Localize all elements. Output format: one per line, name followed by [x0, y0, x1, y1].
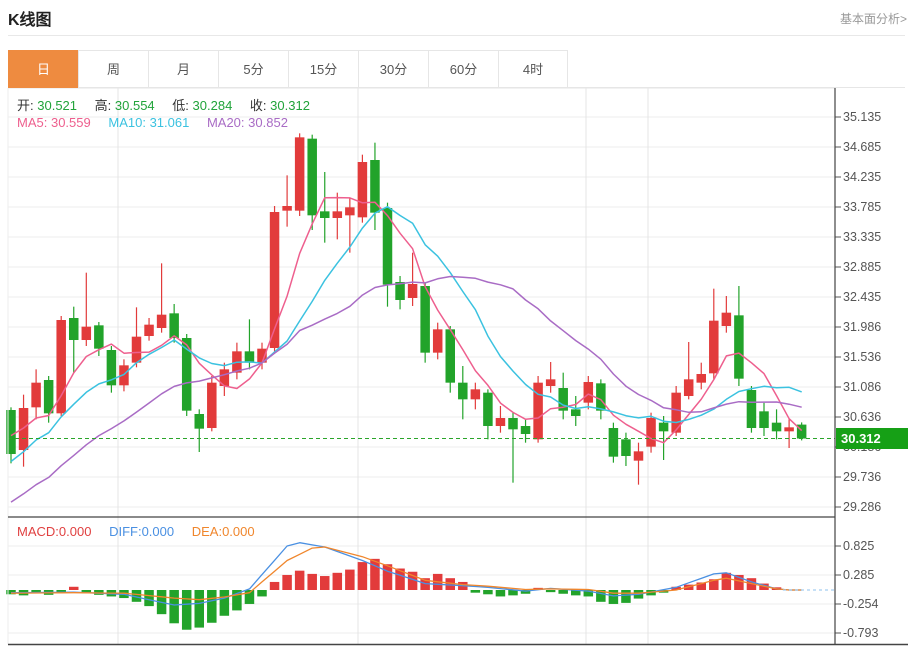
svg-text:34.685: 34.685: [843, 140, 881, 154]
diff-label: DIFF:: [109, 524, 142, 539]
close-label: 收:: [250, 98, 267, 113]
ma20-value: 30.852: [248, 115, 288, 130]
ma10-label: MA10:: [108, 115, 146, 130]
tab-m60[interactable]: 60分: [428, 50, 498, 88]
svg-text:29.736: 29.736: [843, 470, 881, 484]
diff-value: 0.000: [142, 524, 175, 539]
macd-readout: MACD:0.000 DIFF:0.000 DEA:0.000: [17, 524, 269, 539]
low-label: 低:: [172, 98, 189, 113]
svg-text:33.335: 33.335: [843, 230, 881, 244]
period-tabbar: 日周月5分15分30分60分4时: [8, 50, 905, 88]
svg-text:35.135: 35.135: [843, 110, 881, 124]
ma5-label: MA5:: [17, 115, 47, 130]
svg-text:34.235: 34.235: [843, 170, 881, 184]
tab-day[interactable]: 日: [8, 50, 78, 88]
kline-widget: K线图 基本面分析> 日周月5分15分30分60分4时 35.135 34.685…: [0, 0, 913, 648]
current-price-badge: 30.312: [836, 428, 908, 449]
high-label: 高:: [95, 98, 112, 113]
macd-label: MACD:: [17, 524, 59, 539]
low-value: 30.284: [193, 98, 233, 113]
svg-text:31.536: 31.536: [843, 350, 881, 364]
open-label: 开:: [17, 98, 34, 113]
title-separator: [8, 35, 905, 36]
svg-text:32.435: 32.435: [843, 290, 881, 304]
ma10-value: 31.061: [150, 115, 190, 130]
svg-text:-0.254: -0.254: [843, 597, 878, 611]
page-title: K线图: [8, 6, 52, 30]
high-value: 30.554: [115, 98, 155, 113]
svg-text:29.286: 29.286: [843, 500, 881, 514]
ma-readout: MA5: 30.559 MA10: 31.061 MA20: 30.852: [17, 115, 302, 130]
ma20-label: MA20:: [207, 115, 245, 130]
svg-text:-0.793: -0.793: [843, 626, 878, 640]
chart-area: 35.135 34.685 34.235 33.785 33.335 32.885 32.4…: [0, 88, 913, 648]
tab-m15[interactable]: 15分: [288, 50, 358, 88]
ohlc-readout: 开: 30.521 高: 30.554 低: 30.284 收: 30.312: [17, 95, 324, 114]
svg-text:0.825: 0.825: [843, 539, 874, 553]
svg-text:31.086: 31.086: [843, 380, 881, 394]
svg-text:30.636: 30.636: [843, 410, 881, 424]
tab-m30[interactable]: 30分: [358, 50, 428, 88]
fundamental-analysis-link[interactable]: 基本面分析>: [840, 10, 907, 27]
svg-text:31.986: 31.986: [843, 320, 881, 334]
tab-m5[interactable]: 5分: [218, 50, 288, 88]
macd-value: 0.000: [59, 524, 92, 539]
open-value: 30.521: [37, 98, 77, 113]
close-value: 30.312: [270, 98, 310, 113]
svg-text:0.285: 0.285: [843, 568, 874, 582]
tab-week[interactable]: 周: [78, 50, 148, 88]
tab-month[interactable]: 月: [148, 50, 218, 88]
ma5-value: 30.559: [51, 115, 91, 130]
tab-h4[interactable]: 4时: [498, 50, 568, 88]
svg-text:33.785: 33.785: [843, 200, 881, 214]
dea-label: DEA:: [192, 524, 222, 539]
svg-text:32.885: 32.885: [843, 260, 881, 274]
kline-chart-canvas[interactable]: 35.135 34.685 34.235 33.785 33.335 32.885 32.4…: [0, 88, 913, 648]
dea-value: 0.000: [222, 524, 255, 539]
